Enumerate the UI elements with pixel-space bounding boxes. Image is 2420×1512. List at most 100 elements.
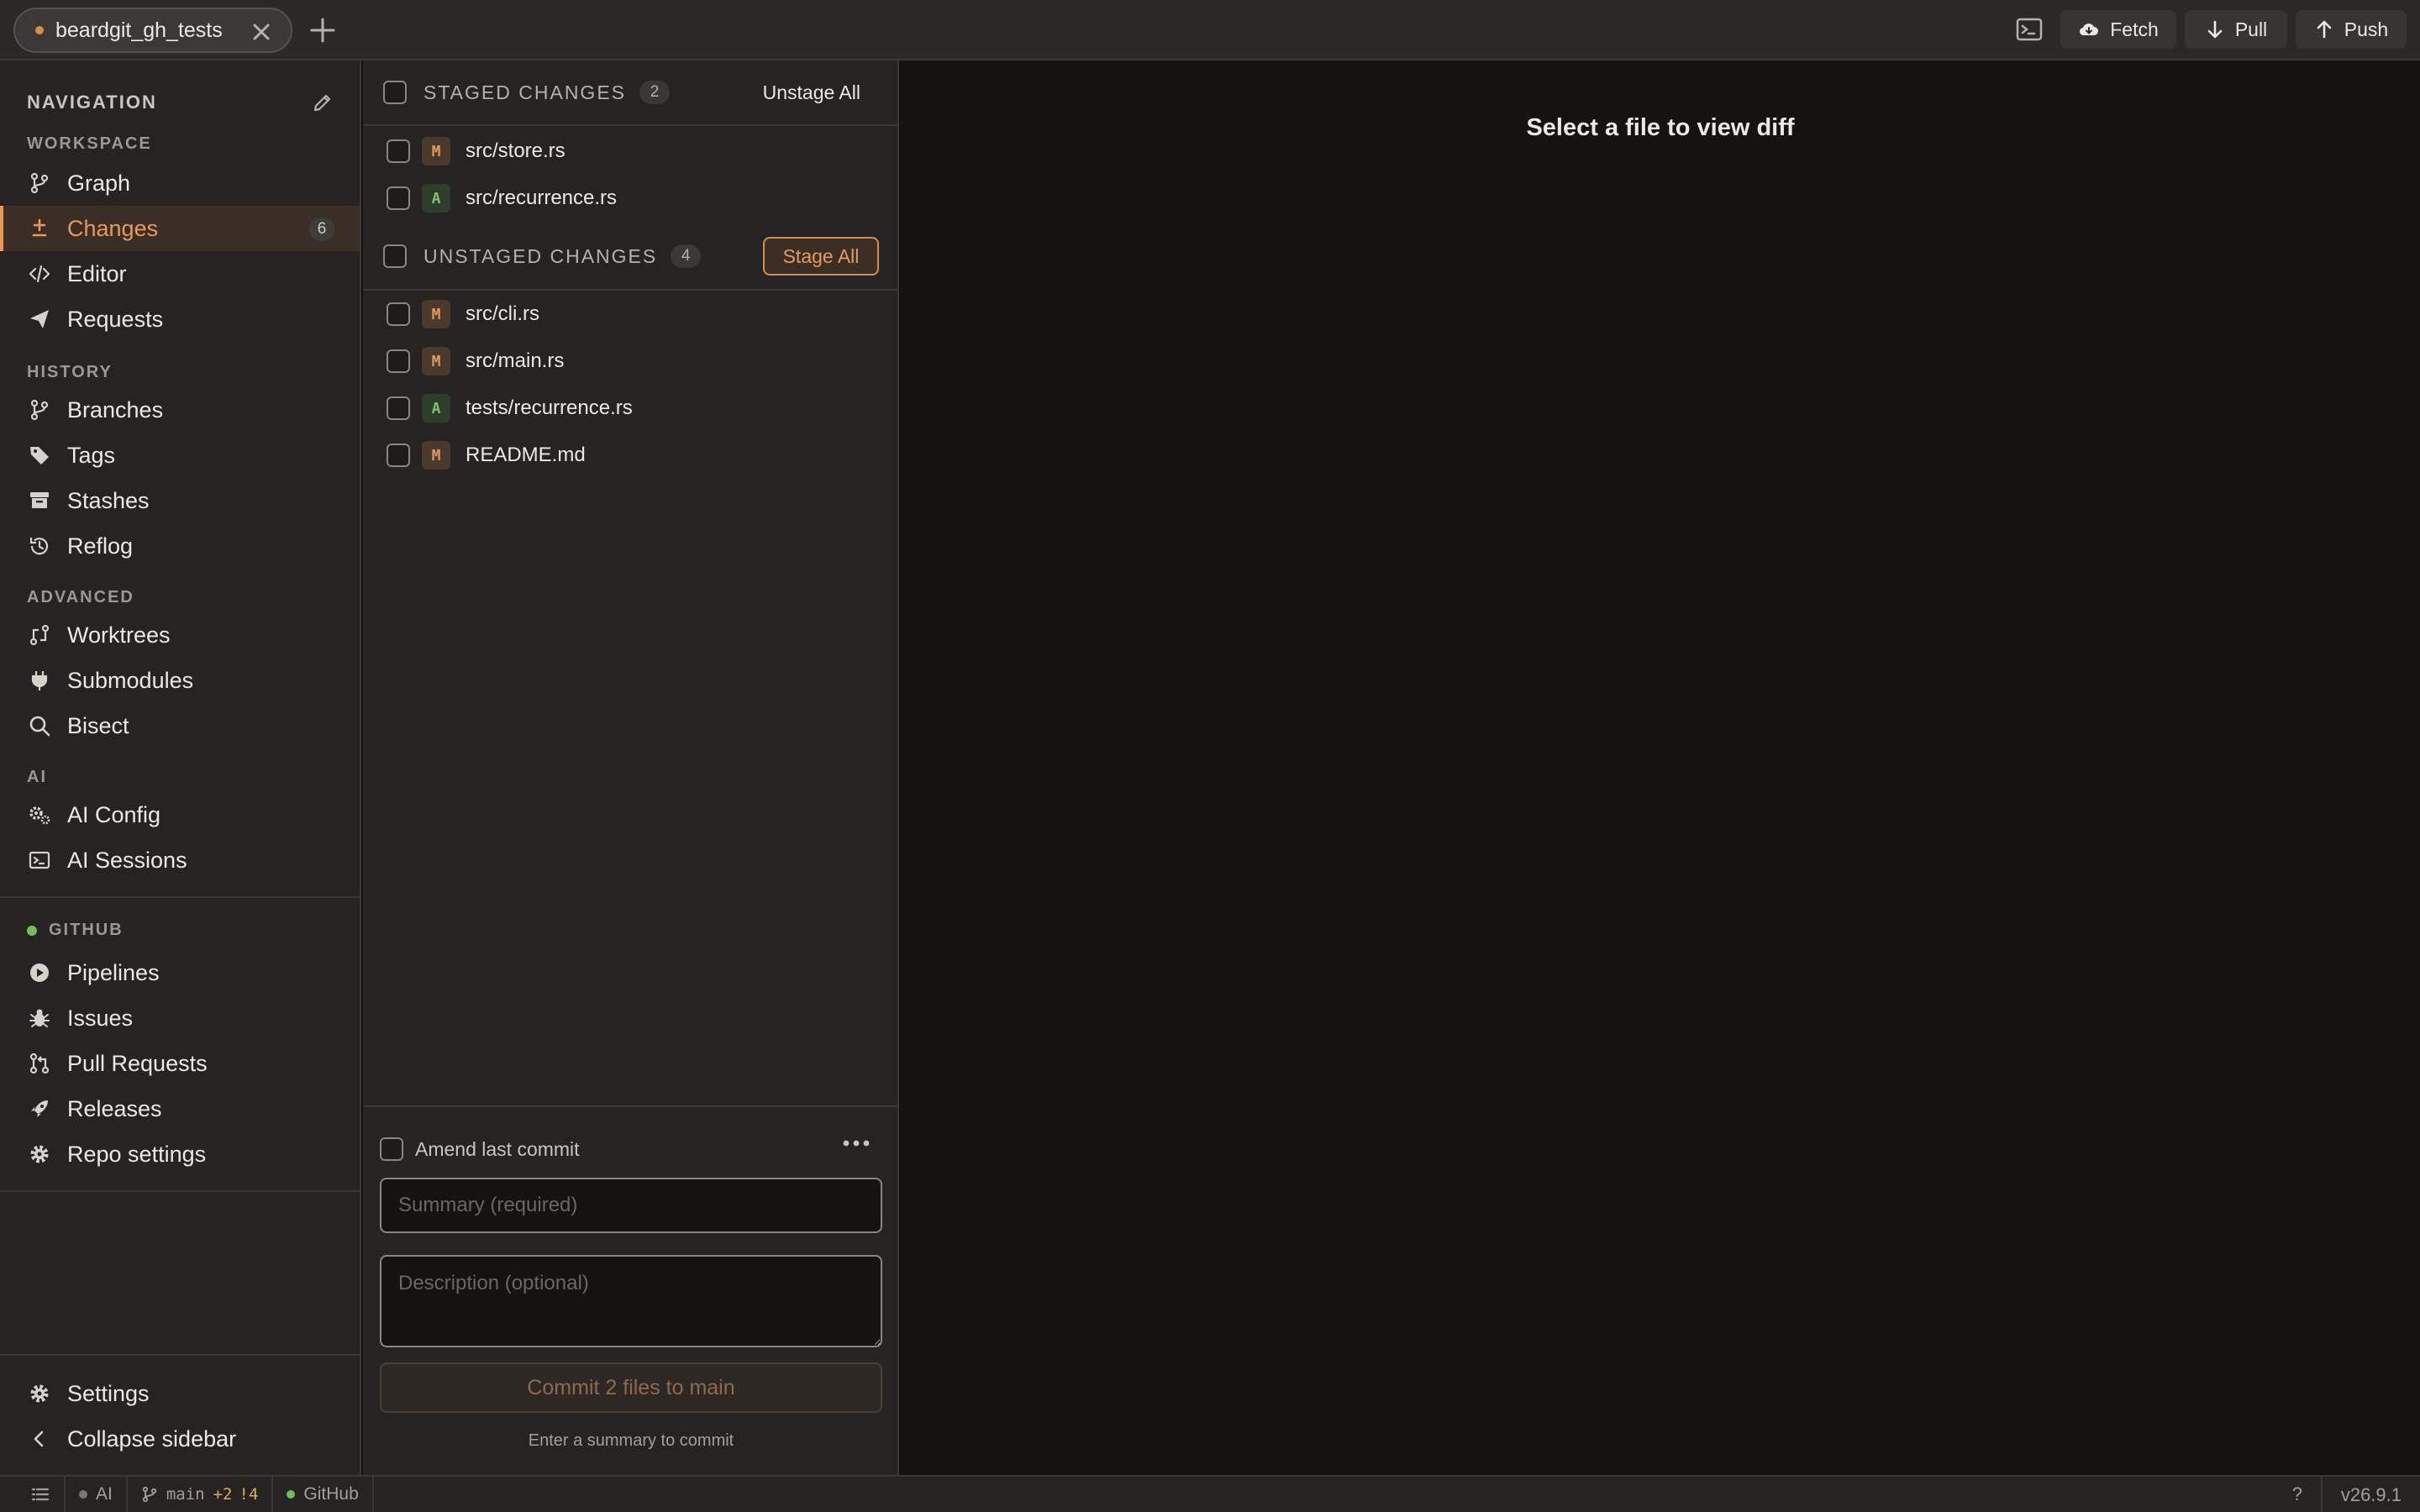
staged-file-row[interactable]: A src/recurrence.rs	[363, 175, 899, 222]
commit-button[interactable]: Commit 2 files to main	[380, 1362, 882, 1413]
plug-icon	[27, 668, 52, 693]
sidebar-item-bisect[interactable]: Bisect	[0, 703, 360, 748]
sidebar-item-requests[interactable]: Requests	[0, 297, 360, 342]
terminal-icon[interactable]	[2015, 15, 2044, 44]
navigation-title: NAVIGATION	[27, 92, 157, 113]
file-name: src/main.rs	[466, 349, 565, 372]
sidebar-divider	[0, 1354, 360, 1356]
chevron-left-icon	[27, 1426, 52, 1452]
rocket-icon	[27, 1096, 52, 1121]
sidebar-item-reflog[interactable]: Reflog	[0, 523, 360, 569]
file-checkbox[interactable]	[387, 302, 410, 326]
unstaged-file-row[interactable]: M src/cli.rs	[363, 291, 899, 338]
sidebar-item-releases[interactable]: Releases	[0, 1086, 360, 1131]
sidebar-item-graph[interactable]: Graph	[0, 160, 360, 206]
commit-hint: Enter a summary to commit	[528, 1431, 734, 1450]
sidebar-item-stashes[interactable]: Stashes	[0, 478, 360, 523]
sidebar-item-label: Branches	[67, 396, 164, 423]
sidebar-item-label: Bisect	[67, 712, 129, 738]
sidebar-item-label: Reflog	[67, 533, 134, 559]
sidebar-item-label: Editor	[67, 260, 127, 286]
sidebar-item-ai-config[interactable]: AI Config	[0, 792, 360, 837]
toggle-panel-button[interactable]	[0, 1476, 66, 1512]
tab-modified-dot	[35, 26, 44, 34]
sidebar-item-branches[interactable]: Branches	[0, 387, 360, 433]
unstaged-file-row[interactable]: M src/main.rs	[363, 338, 899, 385]
amend-last-commit[interactable]: Amend last commit	[380, 1137, 580, 1161]
sidebar-item-pipelines[interactable]: Pipelines	[0, 950, 360, 995]
navigation-header: NAVIGATION	[27, 86, 334, 119]
staged-file-row[interactable]: M src/store.rs	[363, 128, 899, 175]
sidebar-divider	[0, 896, 360, 898]
pencil-icon[interactable]	[311, 91, 334, 114]
git-compare-icon	[27, 622, 52, 648]
amend-checkbox[interactable]	[380, 1137, 403, 1161]
search-icon	[27, 713, 52, 738]
unstaged-file-row[interactable]: A tests/recurrence.rs	[363, 385, 899, 432]
sidebar-item-label: Collapse sidebar	[67, 1425, 237, 1452]
added-status-badge: A	[422, 184, 450, 213]
history-icon	[27, 533, 52, 559]
collapse-sidebar-button[interactable]: Collapse sidebar	[0, 1416, 360, 1462]
fetch-button[interactable]: Fetch	[2060, 10, 2176, 49]
unstaged-file-row[interactable]: M README.md	[363, 432, 899, 479]
help-button[interactable]: ?	[2292, 1483, 2302, 1505]
modified-status-badge: M	[422, 300, 450, 328]
fetch-label: Fetch	[2110, 18, 2159, 40]
commit-description-input[interactable]	[380, 1255, 882, 1347]
sidebar-item-repo-settings[interactable]: Repo settings	[0, 1131, 360, 1177]
pull-button[interactable]: Pull	[2185, 10, 2287, 49]
ai-status-dot	[79, 1490, 87, 1499]
sidebar-item-submodules[interactable]: Submodules	[0, 658, 360, 703]
file-name: src/store.rs	[466, 139, 566, 162]
commit-summary-input[interactable]	[380, 1178, 882, 1233]
staged-count-badge: 2	[639, 81, 670, 104]
arrow-up-icon	[2317, 20, 2332, 39]
unstage-all-button[interactable]: Unstage All	[763, 81, 860, 104]
github-status-dot	[27, 925, 37, 936]
gear-icon	[27, 1381, 52, 1406]
file-name: README.md	[466, 444, 586, 466]
amend-label: Amend last commit	[415, 1137, 580, 1160]
version-label: v26.9.1	[2320, 1477, 2420, 1512]
staged-select-all-checkbox[interactable]	[383, 81, 407, 104]
sidebar-item-ai-sessions[interactable]: AI Sessions	[0, 837, 360, 883]
file-checkbox[interactable]	[387, 186, 410, 210]
plus-icon[interactable]	[308, 15, 338, 45]
sidebar-item-settings[interactable]: Settings	[0, 1371, 360, 1416]
file-checkbox[interactable]	[387, 396, 410, 420]
unstaged-changes-header: UNSTAGED CHANGES 4 Stage All	[363, 223, 899, 291]
sidebar-item-label: AI Config	[67, 801, 161, 827]
sidebar-item-label: Stashes	[67, 487, 150, 513]
git-pull-request-icon	[27, 1051, 52, 1076]
github-status[interactable]: GitHub	[273, 1476, 374, 1512]
diff-empty-message: Select a file to view diff	[1526, 114, 1795, 141]
section-workspace: WORKSPACE	[27, 134, 152, 153]
stage-all-button[interactable]: Stage All	[763, 237, 879, 276]
close-icon[interactable]	[250, 21, 272, 43]
repo-tab[interactable]: beardgit_gh_tests	[13, 8, 292, 53]
file-checkbox[interactable]	[387, 139, 410, 163]
sidebar-item-pull-requests[interactable]: Pull Requests	[0, 1041, 360, 1086]
file-name: src/cli.rs	[466, 302, 539, 325]
ai-status[interactable]: AI	[66, 1476, 128, 1512]
branch-status[interactable]: main +2 !4	[128, 1476, 274, 1512]
sidebar-item-worktrees[interactable]: Worktrees	[0, 612, 360, 658]
git-branch-icon	[142, 1486, 156, 1503]
file-checkbox[interactable]	[387, 444, 410, 467]
more-options-icon[interactable]	[842, 1137, 871, 1149]
sidebar-divider	[0, 1190, 360, 1192]
sidebar-item-editor[interactable]: Editor	[0, 251, 360, 297]
sidebar-item-label: Graph	[67, 170, 131, 196]
unstaged-select-all-checkbox[interactable]	[383, 244, 407, 268]
sidebar-item-issues[interactable]: Issues	[0, 995, 360, 1041]
modified-status-badge: M	[422, 441, 450, 470]
sidebar-item-changes[interactable]: Changes 6	[0, 206, 360, 251]
file-checkbox[interactable]	[387, 349, 410, 373]
section-github: GITHUB	[27, 921, 124, 940]
push-button[interactable]: Push	[2296, 10, 2407, 49]
sidebar-item-tags[interactable]: Tags	[0, 433, 360, 478]
commit-area: Amend last commit Commit 2 files to main…	[363, 1105, 899, 1475]
sidebar-item-label: Tags	[67, 442, 116, 468]
status-bar: AI main +2 !4 GitHub ? v26.9.1	[0, 1475, 2420, 1512]
